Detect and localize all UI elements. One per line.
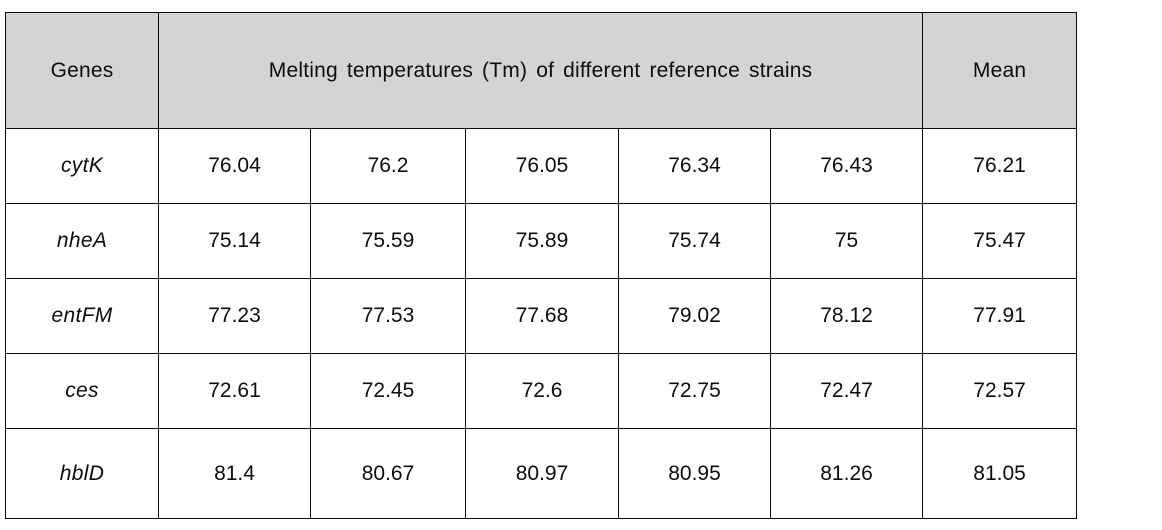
gene-name-cell: cytK — [5, 128, 159, 204]
tm-value-cell: 76.34 — [618, 128, 771, 204]
tm-value-cell: 80.95 — [618, 428, 771, 519]
tm-value-cell: 76.04 — [158, 128, 311, 204]
tm-value-cell: 80.67 — [310, 428, 466, 519]
column-header-mean: Mean — [922, 12, 1078, 129]
gene-name-cell: hblD — [5, 428, 159, 519]
mean-value-cell: 76.21 — [922, 128, 1078, 204]
tm-value-cell: 72.61 — [158, 353, 311, 429]
mean-value-cell: 77.91 — [922, 278, 1078, 354]
table-row: cytK 76.04 76.2 76.05 76.34 76.43 76.21 — [5, 128, 1078, 204]
tm-value-cell: 79.02 — [618, 278, 771, 354]
tm-value-cell: 72.75 — [618, 353, 771, 429]
tm-value-cell: 72.47 — [769, 353, 924, 429]
tm-value-cell: 76.2 — [310, 128, 466, 204]
tm-value-cell: 77.53 — [310, 278, 466, 354]
column-header-melting-temperatures-group: Melting temperatures (Tm) of different r… — [157, 12, 924, 129]
tm-value-cell: 76.05 — [465, 128, 619, 204]
gene-name-cell: nheA — [5, 203, 159, 279]
tm-value-cell: 77.68 — [465, 278, 619, 354]
mean-value-cell: 81.05 — [922, 428, 1078, 519]
tm-value-cell: 72.45 — [310, 353, 466, 429]
melting-temperature-table: Genes Melting temperatures (Tm) of diffe… — [5, 12, 1078, 519]
table-row: hblD 81.4 80.67 80.97 80.95 81.26 81.05 — [5, 428, 1078, 519]
table-header: Genes Melting temperatures (Tm) of diffe… — [5, 12, 1078, 129]
tm-value-cell: 76.43 — [769, 128, 924, 204]
table-body: cytK 76.04 76.2 76.05 76.34 76.43 76.21 … — [5, 128, 1078, 519]
tm-value-cell: 78.12 — [769, 278, 924, 354]
gene-name-cell: entFM — [5, 278, 159, 354]
tm-value-cell: 75.59 — [310, 203, 466, 279]
melting-temperature-table-container: Genes Melting temperatures (Tm) of diffe… — [5, 12, 1078, 519]
mean-value-cell: 72.57 — [922, 353, 1078, 429]
tm-value-cell: 75.14 — [158, 203, 311, 279]
tm-value-cell: 75.74 — [618, 203, 771, 279]
gene-name-cell: ces — [5, 353, 159, 429]
tm-value-cell: 75 — [769, 203, 924, 279]
tm-value-cell: 75.89 — [465, 203, 619, 279]
table-row: ces 72.61 72.45 72.6 72.75 72.47 72.57 — [5, 353, 1078, 429]
tm-value-cell: 80.97 — [465, 428, 619, 519]
mean-value-cell: 75.47 — [922, 203, 1078, 279]
table-row: entFM 77.23 77.53 77.68 79.02 78.12 77.9… — [5, 278, 1078, 354]
tm-value-cell: 72.6 — [465, 353, 619, 429]
column-header-genes: Genes — [5, 12, 159, 129]
table-row: nheA 75.14 75.59 75.89 75.74 75 75.47 — [5, 203, 1078, 279]
tm-value-cell: 81.4 — [158, 428, 311, 519]
tm-value-cell: 77.23 — [158, 278, 311, 354]
header-row: Genes Melting temperatures (Tm) of diffe… — [5, 12, 1078, 129]
tm-value-cell: 81.26 — [769, 428, 924, 519]
